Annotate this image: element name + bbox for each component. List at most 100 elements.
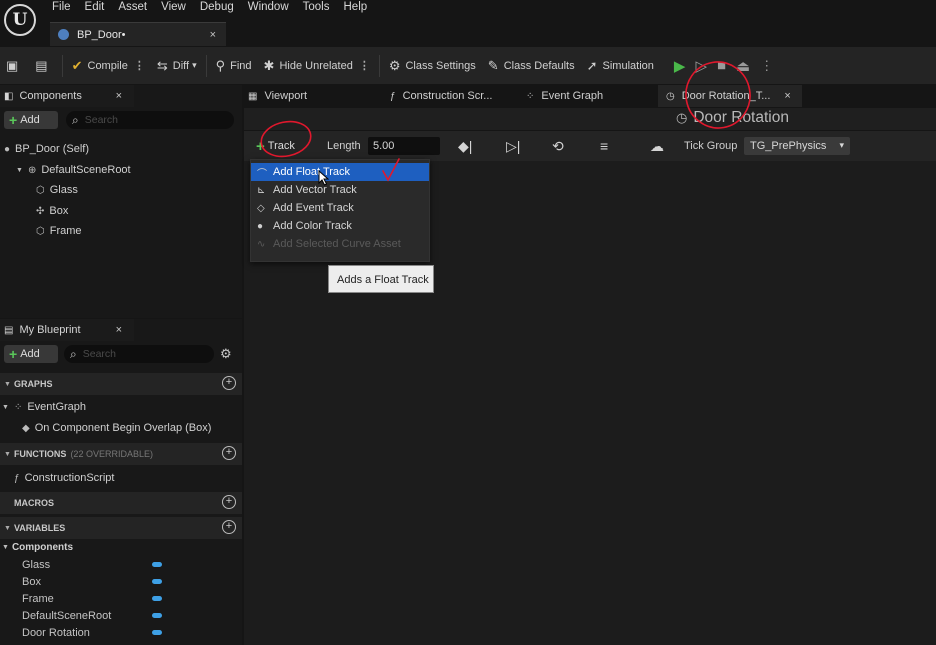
add-function-icon[interactable]: +	[222, 446, 236, 460]
expand-arrow-icon: ▼	[4, 524, 11, 532]
components-search-input[interactable]: ⌕ Search	[66, 111, 234, 129]
component-glass[interactable]: ⬡ Glass	[36, 184, 78, 196]
functions-section-header[interactable]: ▼ FUNCTIONS (22 OVERRIDABLE) +	[0, 443, 242, 465]
variable-frame[interactable]: Frame	[22, 591, 182, 607]
menu-asset[interactable]: Asset	[118, 0, 155, 16]
add-macro-icon[interactable]: +	[222, 495, 236, 509]
compile-button[interactable]: ✔ Compile ⋮	[66, 52, 151, 80]
variable-type-pill-icon	[152, 613, 162, 618]
replicated-icon[interactable]: ☁	[650, 138, 664, 155]
add-key-icon[interactable]: ◆|	[458, 138, 472, 155]
macros-section-header[interactable]: MACROS +	[0, 492, 242, 514]
variables-section-header[interactable]: ▼ VARIABLES +	[0, 517, 242, 539]
variables-category-label: Components	[11, 542, 74, 553]
chevron-down-icon: ▾	[839, 140, 844, 150]
components-panel-header: ◧ Components ×	[0, 85, 134, 107]
component-default-scene-root[interactable]: ▼ ⊕ DefaultSceneRoot	[16, 164, 131, 176]
viewport-icon: ▦	[248, 90, 258, 102]
menu-view[interactable]: View	[161, 0, 194, 16]
add-vector-track-item[interactable]: ⊾ Add Vector Track	[251, 181, 429, 199]
play-controls: ▶ ▷ ■ ⏏ ⋮	[674, 57, 773, 75]
add-component-button[interactable]: + Add	[4, 111, 58, 129]
find-label: Find	[230, 59, 252, 72]
class-settings-button[interactable]: ⚙ Class Settings	[383, 52, 482, 80]
find-button[interactable]: ⚲ Find	[210, 52, 258, 80]
variable-default-scene-root[interactable]: DefaultSceneRoot	[22, 608, 182, 624]
close-icon[interactable]: ×	[116, 90, 122, 102]
add-float-track-item[interactable]: ⌒ Add Float Track	[251, 163, 429, 181]
graphs-section-header[interactable]: ▼ GRAPHS +	[0, 373, 242, 395]
curve-asset-icon: ∿	[257, 238, 266, 250]
add-graph-icon[interactable]: +	[222, 376, 236, 390]
browse-button[interactable]: ▤	[29, 52, 58, 80]
hide-unrelated-button[interactable]: ✱ Hide Unrelated ⋮	[258, 52, 376, 80]
person-icon: ●	[4, 143, 11, 155]
tab-door-rotation-timeline[interactable]: ◷ Door Rotation_T... ×	[658, 85, 802, 107]
construction-script-item[interactable]: ƒ ConstructionScript	[14, 472, 114, 484]
search-icon: ⌕	[70, 346, 77, 361]
add-member-label: Add	[20, 348, 40, 360]
tab-event-graph-label: Event Graph	[541, 90, 604, 102]
use-last-keyframe-icon[interactable]: ▷|	[506, 138, 520, 155]
timeline-toolbar: + Track Length 5.00 ◆| ▷| ⟲ ≡ ☁ Tick Gro…	[244, 131, 936, 161]
class-defaults-label: Class Defaults	[503, 59, 575, 72]
close-icon[interactable]: ×	[210, 29, 216, 41]
add-track-button[interactable]: + Track	[254, 136, 301, 156]
menu-window[interactable]: Window	[248, 0, 297, 16]
menu-edit[interactable]: Edit	[85, 0, 113, 16]
variable-box[interactable]: Box	[22, 574, 182, 590]
diff-icon: ⇆	[156, 57, 168, 73]
menu-debug[interactable]: Debug	[200, 0, 242, 16]
toolbar-divider	[205, 54, 207, 77]
stop-icon[interactable]: ■	[717, 57, 726, 74]
event-node-item[interactable]: ◆ On Component Begin Overlap (Box)	[22, 422, 211, 434]
tick-group-select[interactable]: TG_PrePhysics ▾	[744, 137, 850, 155]
component-box[interactable]: ✣ Box	[36, 205, 68, 217]
unreal-logo-icon[interactable]: U	[4, 4, 36, 36]
tab-construction-script[interactable]: ƒ Construction Scr...	[390, 85, 510, 107]
simulation-button[interactable]: ➚ Simulation	[581, 52, 660, 80]
add-member-button[interactable]: + Add	[4, 345, 58, 363]
my-blueprint-search-input[interactable]: ⌕ Search	[64, 345, 214, 363]
components-search-placeholder: Search	[84, 114, 119, 126]
component-self[interactable]: ● BP_Door (Self)	[4, 143, 89, 155]
length-input[interactable]: 5.00	[368, 137, 440, 155]
document-tab-bp-door[interactable]: BP_Door• ×	[50, 22, 226, 46]
construction-script-label: ConstructionScript	[24, 472, 115, 484]
play-icon[interactable]: ▶	[674, 57, 686, 75]
gear-icon: ⚙	[220, 346, 232, 361]
close-icon[interactable]: ×	[116, 324, 122, 336]
step-icon[interactable]: ▷	[695, 57, 707, 75]
component-frame[interactable]: ⬡ Frame	[36, 225, 82, 237]
eject-icon[interactable]: ⏏	[736, 57, 750, 75]
variables-category-components[interactable]: ▼ Components	[2, 542, 73, 553]
play-options-icon[interactable]: ⋮	[760, 58, 773, 74]
clock-icon: ◷	[666, 90, 675, 102]
variable-glass[interactable]: Glass	[22, 557, 182, 573]
expand-arrow-icon[interactable]: ▼	[16, 167, 23, 174]
add-component-label: Add	[20, 114, 40, 126]
class-defaults-button[interactable]: ✎ Class Defaults	[482, 52, 581, 80]
my-blueprint-settings-button[interactable]: ⚙	[220, 346, 237, 362]
add-variable-icon[interactable]: +	[222, 520, 236, 534]
hide-unrelated-options-icon[interactable]: ⋮	[359, 59, 370, 72]
variable-door-rotation[interactable]: Door Rotation	[22, 625, 182, 641]
tab-viewport[interactable]: ▦ Viewport	[248, 85, 368, 107]
save-button[interactable]: ▣	[0, 52, 29, 80]
tab-event-graph[interactable]: ⁘ Event Graph	[526, 85, 646, 107]
function-icon: ƒ	[390, 90, 396, 102]
menu-file[interactable]: File	[52, 0, 79, 16]
function-icon: ƒ	[14, 472, 20, 484]
compile-options-icon[interactable]: ⋮	[134, 59, 145, 72]
my-blueprint-search-placeholder: Search	[82, 348, 117, 360]
event-graph-item[interactable]: ▼ ⁘ EventGraph	[2, 401, 86, 413]
diff-button[interactable]: ⇆ Diff ▾	[151, 52, 203, 80]
menu-tools[interactable]: Tools	[303, 0, 338, 16]
autoplay-icon[interactable]: ≡	[600, 138, 608, 154]
diff-label: Diff	[172, 59, 190, 72]
add-event-track-item[interactable]: ◇ Add Event Track	[251, 199, 429, 217]
menu-help[interactable]: Help	[344, 0, 376, 16]
loop-icon[interactable]: ⟲	[552, 138, 564, 155]
close-icon[interactable]: ×	[784, 90, 790, 102]
add-color-track-item[interactable]: ● Add Color Track	[251, 217, 429, 235]
